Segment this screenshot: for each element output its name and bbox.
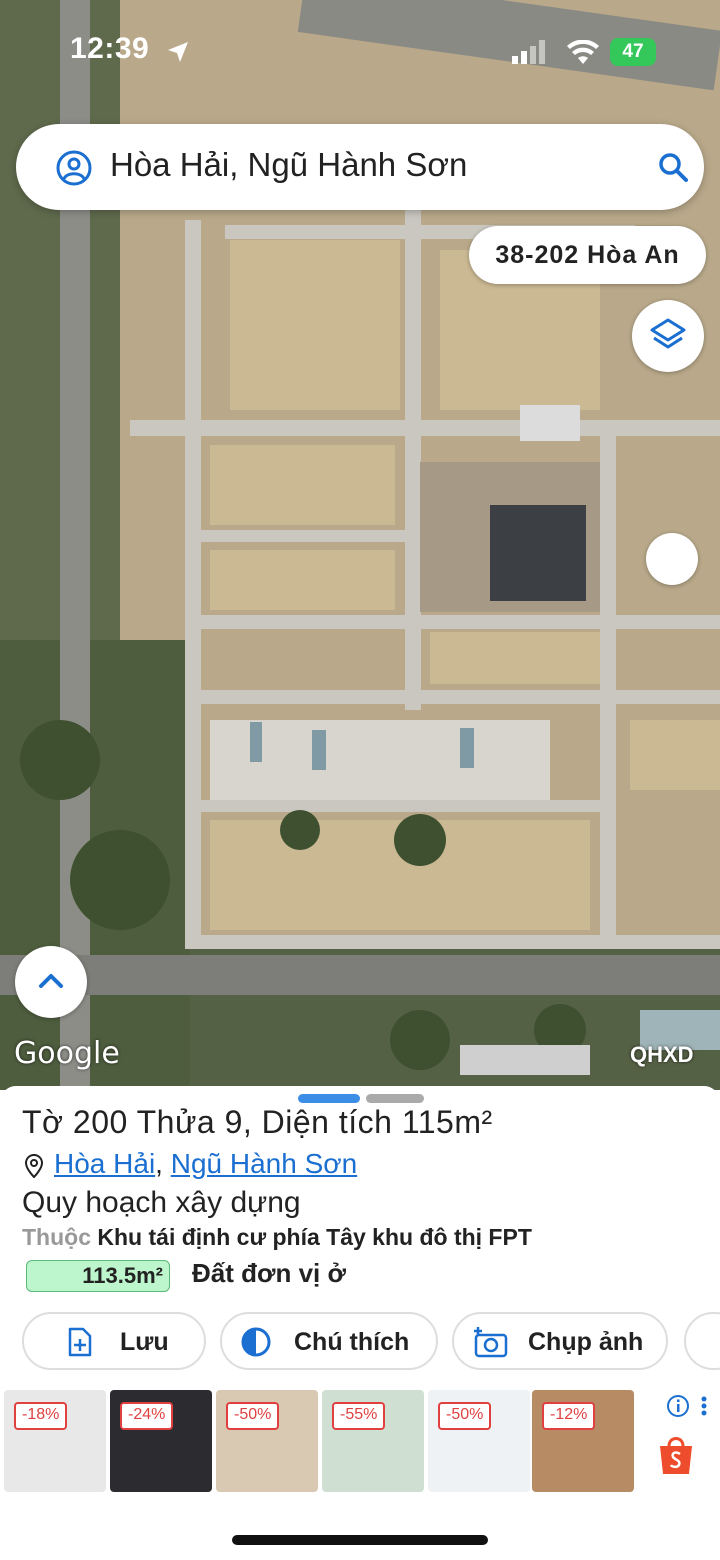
search-icon[interactable] xyxy=(656,150,690,184)
search-query[interactable]: Hòa Hải, Ngũ Hành Sơn xyxy=(110,146,467,184)
legend-label: Chú thích xyxy=(294,1328,410,1356)
location-arrow-icon xyxy=(168,42,188,62)
address-chip[interactable]: 38-202 Hòa An xyxy=(469,226,706,284)
contrast-icon xyxy=(241,1327,271,1357)
status-bar: 12:39 47 xyxy=(0,30,720,78)
save-button[interactable]: Lưu xyxy=(22,1312,206,1370)
save-label: Lưu xyxy=(120,1328,169,1356)
capture-button[interactable]: Chụp ảnh xyxy=(452,1312,668,1370)
wifi-icon xyxy=(567,40,599,64)
capture-label: Chụp ảnh xyxy=(528,1328,644,1356)
satellite-map[interactable]: 12:39 47 Hòa Hải, Ngũ Hành Sơn 38-202 Hò… xyxy=(0,0,720,1090)
area-badge: 113.5m² xyxy=(26,1260,170,1292)
map-pin-icon xyxy=(24,1153,44,1178)
battery-indicator: 47 xyxy=(610,38,656,66)
layer-label: QHXD xyxy=(630,1042,694,1067)
layers-button[interactable] xyxy=(632,300,704,372)
ad-product-5[interactable]: -50% xyxy=(428,1390,530,1492)
ad-product-3[interactable]: -50% xyxy=(216,1390,318,1492)
status-time: 12:39 xyxy=(70,32,150,65)
search-bar[interactable]: Hòa Hải, Ngũ Hành Sơn xyxy=(16,124,704,210)
discount-badge: -24% xyxy=(120,1402,174,1430)
expand-up-button[interactable] xyxy=(15,946,87,1018)
ad-product-2[interactable]: -24% xyxy=(110,1390,212,1492)
more-actions-button[interactable] xyxy=(684,1312,720,1370)
add-document-icon xyxy=(68,1327,92,1357)
ad-product-6[interactable]: -12% xyxy=(532,1390,634,1492)
belongs-prefix: Thuộc xyxy=(22,1224,91,1250)
discount-badge: -50% xyxy=(226,1402,280,1430)
home-indicator[interactable] xyxy=(232,1535,488,1545)
district-link[interactable]: Ngũ Hành Sơn xyxy=(171,1148,357,1179)
discount-badge: -50% xyxy=(438,1402,492,1430)
discount-badge: -55% xyxy=(332,1402,386,1430)
discount-badge: -12% xyxy=(542,1402,596,1430)
parcel-address: Hòa Hải, Ngũ Hành Sơn xyxy=(24,1148,357,1180)
chevron-up-icon xyxy=(39,974,63,988)
account-icon[interactable] xyxy=(56,150,92,186)
ward-link[interactable]: Hòa Hải xyxy=(54,1148,155,1179)
page-indicator-active[interactable] xyxy=(298,1094,360,1103)
google-logo: Google xyxy=(14,1036,120,1071)
ad-banner[interactable]: -18% -24% -50% -55% -50% -12% xyxy=(0,1386,720,1496)
ad-product-1[interactable]: -18% xyxy=(4,1390,106,1492)
planning-subtitle: Quy hoạch xây dựng xyxy=(22,1186,301,1219)
camera-add-icon xyxy=(474,1327,508,1358)
ad-info-icon[interactable] xyxy=(666,1394,710,1420)
land-type: Đất đơn vị ở xyxy=(192,1258,346,1288)
layers-icon xyxy=(650,318,686,349)
page-indicator-inactive[interactable] xyxy=(366,1094,424,1103)
belongs-text: Khu tái định cư phía Tây khu đô thị FPT xyxy=(97,1224,532,1250)
shopee-bag-icon[interactable] xyxy=(656,1432,696,1476)
discount-badge: -18% xyxy=(14,1402,68,1430)
address-separator: , xyxy=(155,1148,171,1179)
map-scroll-handle[interactable] xyxy=(646,533,698,585)
legend-button[interactable]: Chú thích xyxy=(220,1312,438,1370)
ad-product-4[interactable]: -55% xyxy=(322,1390,424,1492)
belongs-to: Thuộc Khu tái định cư phía Tây khu đô th… xyxy=(22,1224,532,1251)
cellular-signal-icon xyxy=(512,40,545,64)
parcel-title: Tờ 200 Thửa 9, Diện tích 115m² xyxy=(22,1104,493,1140)
parcel-info-sheet: Tờ 200 Thửa 9, Diện tích 115m² Hòa Hải, … xyxy=(0,1086,720,1386)
